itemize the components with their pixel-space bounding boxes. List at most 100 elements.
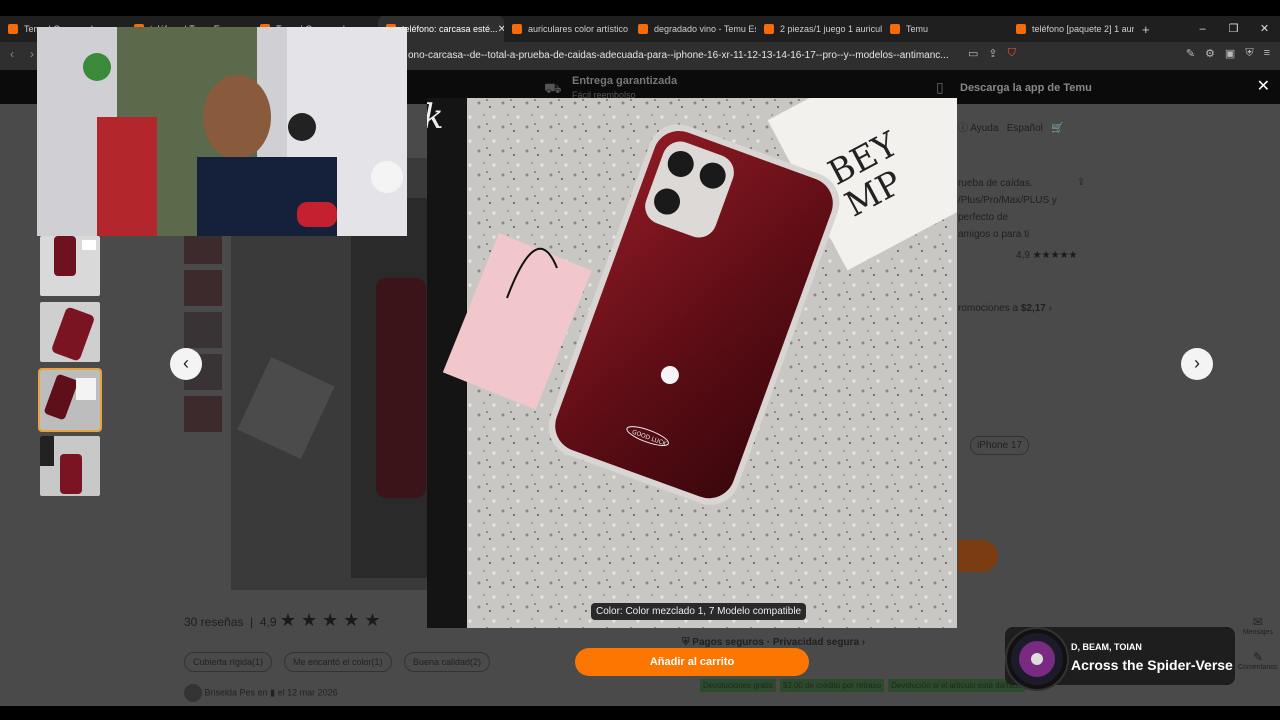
shipping-badges: Devoluciones gratis $3,00 de crédito por…	[700, 679, 1025, 692]
forward-icon[interactable]: ›	[30, 47, 34, 61]
reviews-count[interactable]: 30 reseñas	[184, 615, 243, 629]
now-playing-title: Across the Spider-Verse	[1071, 657, 1233, 673]
variant-caption: Color: Color mezclado 1, 7 Modelo compat…	[591, 603, 807, 620]
price-value: $2,17	[1020, 303, 1046, 314]
model-chip[interactable]: iPhone 17	[970, 436, 1030, 455]
tab-label: teléfono: carcasa esté...	[402, 24, 498, 34]
promo-prefix: romociones a	[958, 303, 1019, 314]
toolbar-icons: ▭ ⇪ ⛉ ✎ ⚙ ▣ ⛨ ≡	[968, 47, 1270, 60]
buy-button-edge[interactable]	[958, 540, 998, 572]
review-chip[interactable]: Buena calidad(2)	[404, 652, 491, 672]
reviewer-name: Briselda Pes	[204, 687, 256, 698]
product-photo-svg: k BEY MP GOOD LUCK	[427, 98, 957, 628]
tab-label: auriculares color artístico	[528, 24, 629, 34]
thumbnail[interactable]	[40, 436, 100, 496]
language-link[interactable]: Español	[1007, 123, 1043, 134]
temu-favicon-icon	[638, 24, 648, 34]
desc-line: rueba de caídas.	[958, 178, 1033, 189]
temu-favicon-icon	[512, 24, 522, 34]
temu-favicon-icon	[1016, 24, 1026, 34]
messages-icon[interactable]: ✉	[1238, 615, 1278, 629]
messages-label: Mensajes	[1242, 629, 1273, 636]
secure-label: Pagos seguros · Privacidad segura	[692, 637, 860, 648]
side-icons: ✉ Mensajes ✎ Comentarios	[1238, 615, 1278, 671]
review-date: el 12 mar 2026	[277, 687, 338, 698]
previous-image-button[interactable]: ‹	[170, 348, 202, 380]
desc-line: /Plus/Pro/Max/PLUS y	[958, 195, 1057, 206]
temu-favicon-icon	[890, 24, 900, 34]
install-icon[interactable]: ▭	[968, 47, 978, 60]
flag-icon: ▮	[270, 687, 276, 698]
review-chip[interactable]: Cubierta rígida(1)	[184, 652, 273, 672]
wallet-icon[interactable]: ▣	[1225, 47, 1235, 60]
stars-icon: ★★★★★	[1032, 250, 1078, 261]
menu-icon[interactable]: ≡	[1264, 47, 1270, 60]
promo-price[interactable]: romociones a $2,17 ›	[958, 300, 1052, 317]
reviewer-meta: en	[257, 687, 268, 698]
window-controls: – ❐ ✕	[1187, 16, 1280, 42]
now-playing-artist: D, BEAM, TOIAN	[1071, 642, 1142, 652]
tab-label: degradado vino - Temu Es	[654, 24, 756, 34]
comments-label: Comentarios	[1238, 664, 1278, 671]
product-photo: k BEY MP GOOD LUCK	[427, 98, 957, 628]
download-app[interactable]: Descarga la app de Temu	[960, 82, 1092, 94]
tab-9[interactable]: teléfono [paquete 2] 1 auri	[1008, 16, 1134, 42]
badge: $3,00 de crédito por retraso	[779, 679, 885, 692]
shield-icon: ⛨	[682, 637, 690, 648]
reviewer-line: Briselda Pes en ▮ el 12 mar 2026	[184, 684, 338, 702]
header-links: ⓘ Ayuda Español 🛒	[958, 120, 1064, 137]
review-chip[interactable]: Me encantó el color(1)	[284, 652, 392, 672]
rating-value: 4,9	[1016, 250, 1030, 261]
brave-shield-icon[interactable]: ⛉	[1008, 47, 1016, 60]
bg-thumb-strip	[184, 228, 222, 432]
badge: Devoluciones gratis	[700, 679, 776, 692]
truck-icon: ⛟	[544, 80, 562, 96]
close-icon[interactable]: ✕	[1257, 76, 1270, 96]
puzzle-icon[interactable]: ⚙	[1205, 47, 1215, 60]
add-to-cart-button[interactable]: Añadir al carrito	[575, 648, 809, 676]
back-icon[interactable]: ‹	[10, 47, 14, 61]
album-art	[1005, 627, 1069, 691]
bg-text: k	[427, 98, 444, 137]
extension-icon[interactable]: ✎	[1186, 47, 1195, 60]
desc-line: perfecto de	[958, 212, 1009, 223]
tab-5[interactable]: auriculares color artístico	[504, 16, 630, 42]
temu-favicon-icon	[764, 24, 774, 34]
close-window-button[interactable]: ✕	[1249, 16, 1280, 42]
help-icon: ⓘ	[958, 123, 968, 134]
minimize-button[interactable]: –	[1187, 16, 1218, 42]
stars-icon: ★ ★ ★ ★ ★	[279, 610, 381, 630]
share-icon[interactable]: ⇪	[988, 47, 997, 60]
webcam-overlay	[37, 27, 407, 236]
tab-label: 2 piezas/1 juego 1 auricula	[780, 24, 882, 34]
avatar	[184, 684, 202, 702]
tab-6[interactable]: degradado vino - Temu Es	[630, 16, 756, 42]
comments-icon[interactable]: ✎	[1238, 650, 1278, 664]
webcam-feed	[37, 27, 407, 236]
temu-favicon-icon	[8, 24, 18, 34]
thumbnail[interactable]	[40, 302, 100, 362]
maximize-button[interactable]: ❐	[1218, 16, 1249, 42]
tab-label: teléfono [paquete 2] 1 auri	[1032, 24, 1134, 34]
secure-payment-link[interactable]: ⛨ Pagos seguros · Privacidad segura ›	[682, 637, 865, 648]
reviews-rating: 4,9	[259, 615, 277, 629]
product-rating: 4,9 ★★★★★	[1016, 247, 1078, 264]
next-image-button[interactable]: ›	[1181, 348, 1213, 380]
guaranteed-delivery: Entrega garantizada	[572, 75, 678, 87]
share-icon[interactable]: ⇪	[1077, 174, 1085, 191]
badge: Devolución si el artículo está dañado	[888, 679, 1025, 692]
desc-line: amigos o para ti	[958, 229, 1030, 240]
vpn-icon[interactable]: ⛨	[1245, 47, 1253, 60]
model-label: iPhone 17	[977, 440, 1023, 451]
thumbnail[interactable]	[40, 236, 100, 296]
tab-7[interactable]: 2 piezas/1 juego 1 auricula	[756, 16, 882, 42]
phone-icon: ▯	[936, 79, 944, 95]
cart-icon[interactable]: 🛒	[1051, 123, 1063, 134]
address-bar[interactable]: ono-carcasa--de--total-a-prueba-de-caida…	[408, 50, 949, 61]
reviews-summary: 30 reseñas | 4,9 ★ ★ ★ ★ ★	[184, 610, 381, 630]
help-link[interactable]: Ayuda	[970, 123, 998, 134]
thumbnail-selected[interactable]	[38, 368, 102, 432]
new-tab-button[interactable]: +	[1142, 22, 1150, 37]
tab-label: Temu	[906, 24, 929, 34]
tab-8[interactable]: Temu	[882, 16, 1008, 42]
